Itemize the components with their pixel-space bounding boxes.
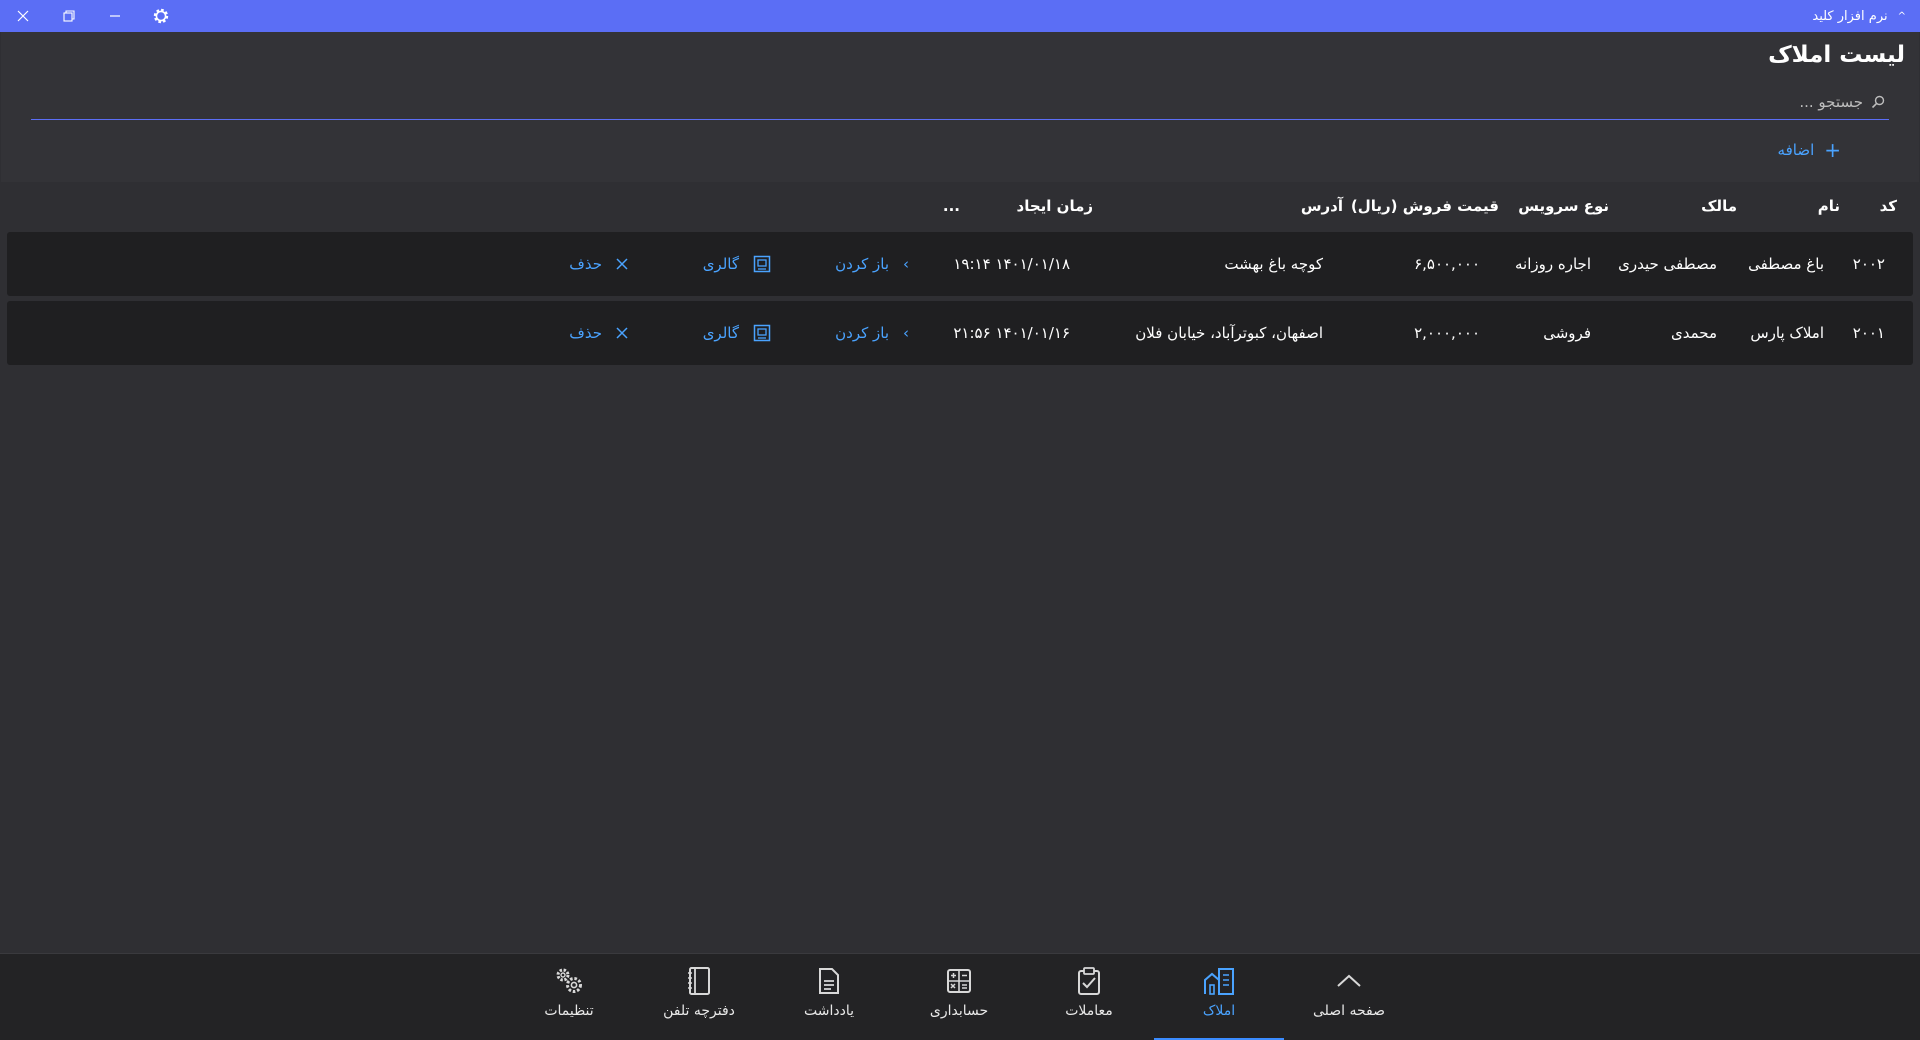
column-header-address: آدرس [1300,197,1343,215]
gallery-icon [753,255,771,273]
column-header-owner: مالک [1701,197,1737,215]
delete-button[interactable]: حذف [569,232,628,296]
list-header: لیست املاک + اضافه [1,32,1919,182]
open-button-label: باز کردن [835,255,889,273]
app-title-area: نرم افزار کلید ^ [1812,9,1920,24]
page-title: لیست املاک [1768,42,1905,68]
nav-label: املاک [1202,1003,1236,1019]
close-icon [616,258,628,270]
delete-button-label: حذف [569,324,602,342]
gallery-button-label: گالری [702,255,739,273]
restore-button[interactable] [46,0,92,32]
gallery-button[interactable]: گالری [703,232,771,296]
title-bar: نرم افزار کلید ^ [0,0,1920,32]
calculator-icon [945,965,973,997]
column-header-code: کد [1879,197,1897,215]
nav-label: معاملات [1065,1003,1113,1019]
search-icon [1867,91,1889,113]
gallery-button[interactable]: گالری [703,301,771,365]
add-button-label: اضافه [1777,141,1815,159]
main-content: لیست املاک + اضافه کد نام مالک نوع سرویس… [1,32,1919,953]
search-input[interactable] [1463,92,1863,111]
cell-service-type: فروشی [1543,324,1591,342]
nav-label: دفترچه تلفن [663,1003,735,1019]
restore-icon [63,10,75,22]
column-header-service-type: نوع سرویس [1518,197,1609,215]
nav-label: یادداشت [804,1003,854,1019]
buildings-icon [1202,965,1236,997]
chevron-right-icon: › [903,255,909,273]
gallery-icon [753,324,771,342]
nav-item-settings[interactable]: تنظیمات [504,954,634,1040]
window-controls [0,0,184,32]
close-button[interactable] [0,0,46,32]
bottom-navigation: صفحه اصلی املاک معاملات حسابداری یادداشت… [0,953,1920,1040]
cell-address: کوچه باغ بهشت [1224,255,1323,273]
open-button[interactable]: › باز کردن [835,301,909,365]
add-button[interactable]: + اضافه [1778,140,1841,160]
close-icon [17,10,29,22]
cell-address: اصفهان، کبوترآباد، خیابان فلان [1135,324,1323,342]
cell-price: ۲,۰۰۰,۰۰۰ [1414,324,1480,342]
plus-icon: + [1824,138,1841,162]
cell-service-type: اجاره روزانه [1515,255,1591,273]
phonebook-icon [686,965,712,997]
cell-name: املاک پارس [1750,324,1824,342]
table-row[interactable]: ۲۰۰۲ باغ مصطفی مصطفی حیدری اجاره روزانه … [7,232,1913,296]
minimize-icon [110,15,120,17]
open-button[interactable]: › باز کردن [835,232,909,296]
delete-button[interactable]: حذف [569,301,628,365]
expand-up-icon[interactable]: ^ [1898,11,1906,22]
close-icon [616,327,628,339]
nav-item-phonebook[interactable]: دفترچه تلفن [634,954,764,1040]
app-title: نرم افزار کلید [1812,8,1888,24]
nav-item-properties[interactable]: املاک [1154,954,1284,1040]
open-button-label: باز کردن [835,324,889,342]
nav-item-notes[interactable]: یادداشت [764,954,894,1040]
column-header-created: زمان ایجاد [1016,197,1094,215]
gallery-button-label: گالری [702,324,739,342]
cell-code: ۲۰۰۱ [1852,324,1885,342]
column-header-name: نام [1817,197,1840,215]
column-header-price: قیمت فروش (ریال) [1350,197,1499,215]
cell-code: ۲۰۰۲ [1852,255,1885,273]
cell-price: ۶,۵۰۰,۰۰۰ [1414,255,1480,273]
gears-icon [553,965,585,997]
nav-item-accounting[interactable]: حسابداری [894,954,1024,1040]
gear-icon [153,8,169,24]
nav-label: تنظیمات [544,1003,594,1019]
nav-label: صفحه اصلی [1312,1003,1386,1019]
cell-created: ۱۴۰۱/۰۱/۱۸ ۱۹:۱۴ [953,255,1070,273]
search-box[interactable] [31,84,1889,120]
clipboard-check-icon [1074,965,1104,997]
table-row[interactable]: ۲۰۰۱ املاک پارس محمدی فروشی ۲,۰۰۰,۰۰۰ اص… [7,301,1913,365]
minimize-button[interactable] [92,0,138,32]
cell-owner: محمدی [1670,324,1717,342]
cell-name: باغ مصطفی [1748,255,1824,273]
cell-owner: مصطفی حیدری [1618,255,1717,273]
note-icon [816,965,842,997]
nav-label: حسابداری [929,1003,989,1019]
nav-item-transactions[interactable]: معاملات [1024,954,1154,1040]
home-chevron-icon [1335,965,1363,997]
nav-item-home[interactable]: صفحه اصلی [1284,954,1414,1040]
settings-button[interactable] [138,0,184,32]
column-header-more[interactable]: ... [943,197,960,215]
cell-created: ۱۴۰۱/۰۱/۱۶ ۲۱:۵۶ [953,324,1070,342]
chevron-right-icon: › [903,324,909,342]
delete-button-label: حذف [569,255,602,273]
